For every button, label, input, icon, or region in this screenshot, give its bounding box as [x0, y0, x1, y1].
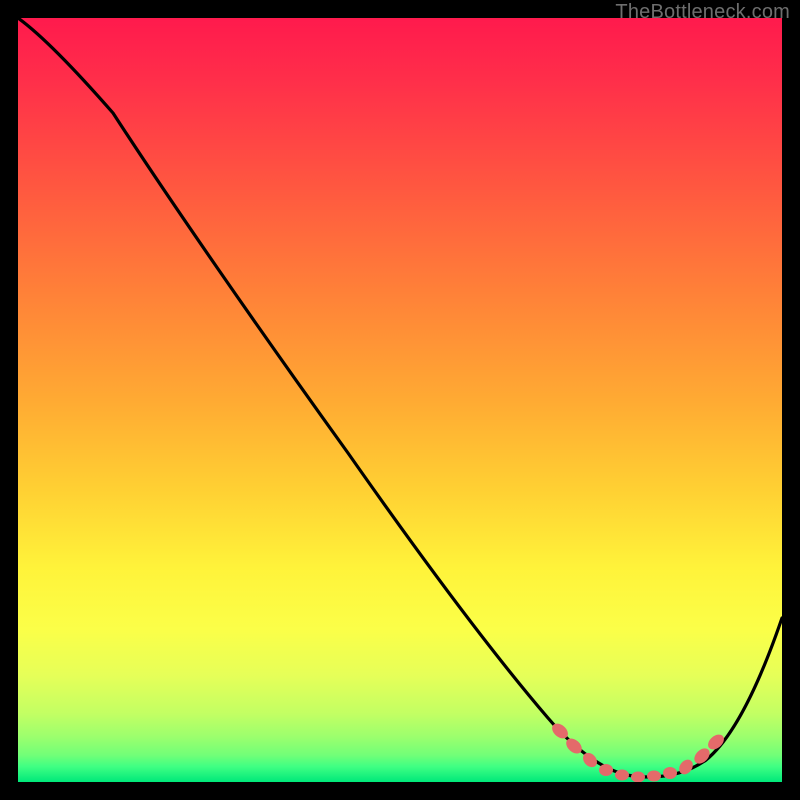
plot-area	[18, 18, 782, 782]
watermark-text: TheBottleneck.com	[615, 1, 790, 24]
curve-layer	[18, 18, 782, 782]
optimal-range-dots	[549, 721, 727, 782]
chart-frame: TheBottleneck.com	[0, 0, 800, 800]
bottleneck-curve	[18, 18, 782, 777]
